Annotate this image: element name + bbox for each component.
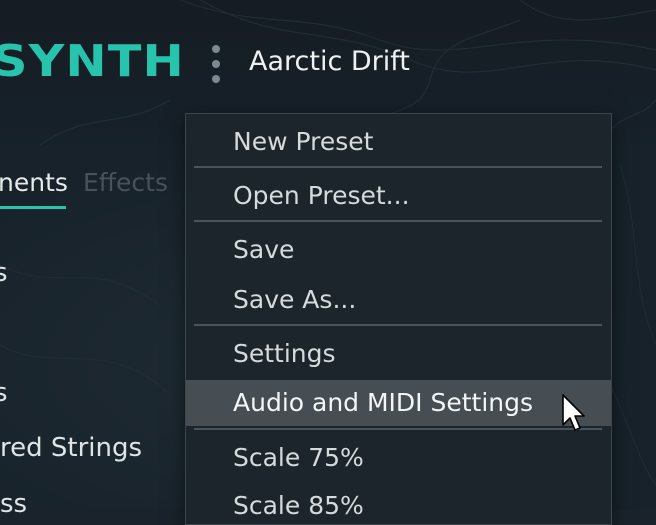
menu-item-settings[interactable]: Settings [186,331,611,377]
menu-divider [194,220,602,222]
menu-item-save[interactable]: Save [186,227,611,273]
list-item[interactable]: ss [0,489,27,519]
preset-name[interactable]: Aarctic Drift [249,46,410,77]
kebab-vertical-icon[interactable] [209,45,223,85]
menu-divider [194,428,602,430]
menu-item-scale-85[interactable]: Scale 85% [186,483,611,524]
tab-instruments[interactable]: nents [0,168,68,197]
menu-divider [194,166,602,168]
active-tab-indicator [0,206,66,209]
list-item[interactable]: s [0,258,8,288]
list-item[interactable]: s [0,378,8,408]
synth-logo: SYNTH [0,36,185,87]
menu-item-open-preset[interactable]: Open Preset... [186,173,611,219]
arrow-pointer-icon [562,394,585,431]
list-item[interactable]: red Strings [0,433,142,463]
menu-item-save-as[interactable]: Save As... [186,277,611,323]
preset-dropdown-menu: New Preset Open Preset... Save Save As..… [185,113,612,525]
menu-item-new-preset[interactable]: New Preset [186,119,611,165]
menu-item-audio-midi-settings[interactable]: Audio and MIDI Settings [186,380,611,426]
tab-effects[interactable]: Effects [83,168,168,197]
menu-divider [194,324,602,326]
menu-item-scale-75[interactable]: Scale 75% [186,435,611,481]
